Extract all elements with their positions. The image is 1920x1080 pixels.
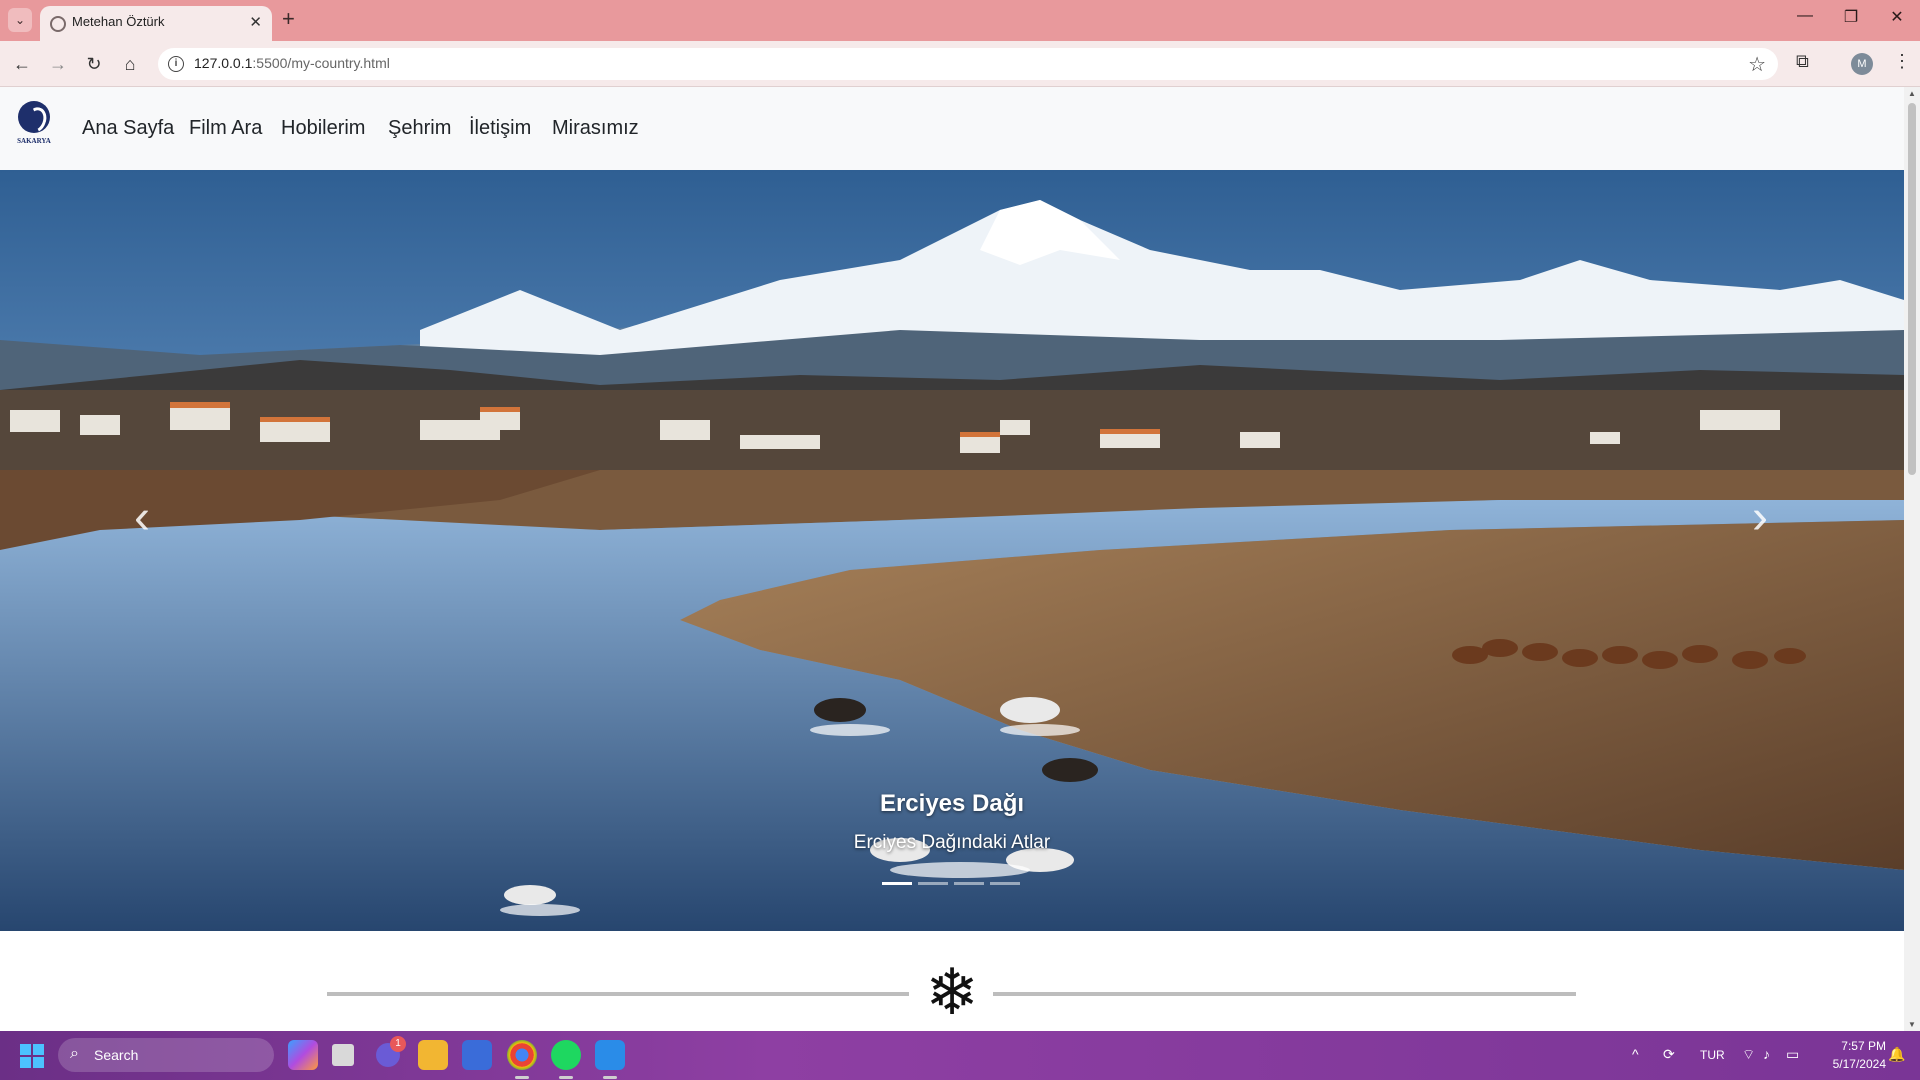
chrome-icon[interactable] (507, 1040, 537, 1070)
carousel-caption-subtitle: Erciyes Dağındaki Atlar (853, 832, 1051, 853)
notification-badge: 1 (390, 1036, 406, 1052)
snowflake-icon: ❄ (925, 956, 979, 1028)
tray-chevron-icon[interactable]: ^ (1632, 1046, 1639, 1062)
page-viewport: SAKARYA Ana Sayfa Film Ara Hobilerim Şeh… (0, 87, 1904, 1031)
url-text[interactable]: 127.0.0.1:5500/my-country.html (194, 55, 390, 71)
university-logo[interactable]: SAKARYA (14, 101, 54, 155)
notification-bell-icon[interactable]: 🔔 (1888, 1046, 1905, 1063)
carousel-prev-icon[interactable]: ‹ (122, 488, 162, 548)
nav-link-iletisim[interactable]: İletişim (469, 117, 531, 140)
nav-link-ana-sayfa[interactable]: Ana Sayfa (82, 117, 174, 140)
new-tab-button[interactable]: + (282, 7, 295, 31)
carousel-indicator-4[interactable] (990, 882, 1020, 885)
tab-search-button[interactable]: ⌄ (8, 8, 32, 32)
divider-line-right (993, 992, 1576, 996)
microsoft-store-icon[interactable] (462, 1040, 492, 1070)
wifi-icon[interactable]: ⌔ (1742, 1046, 1755, 1064)
battery-icon[interactable]: ▭ (1786, 1046, 1799, 1063)
task-view-icon[interactable] (332, 1044, 354, 1066)
taskbar-search[interactable]: ⌕ Search (58, 1038, 274, 1072)
extensions-icon[interactable]: ⧉ (1796, 51, 1809, 72)
profile-avatar[interactable]: M (1851, 53, 1873, 75)
back-icon[interactable]: ← (9, 51, 35, 77)
carousel-indicator-1[interactable] (882, 882, 912, 885)
nav-link-hobilerim[interactable]: Hobilerim (281, 117, 365, 140)
carousel-indicator-3[interactable] (954, 882, 984, 885)
carousel-indicators (882, 882, 1022, 888)
carousel-next-icon[interactable]: › (1740, 488, 1780, 548)
carousel-caption-title: Erciyes Dağı (879, 790, 1025, 817)
chrome-active-indicator (515, 1076, 529, 1079)
scroll-thumb[interactable] (1908, 103, 1916, 475)
spotify-icon[interactable] (551, 1040, 581, 1070)
home-icon[interactable]: ⌂ (117, 51, 143, 77)
scroll-down-icon[interactable]: ▼ (1908, 1020, 1916, 1029)
bookmark-star-icon[interactable]: ☆ (1748, 52, 1766, 77)
site-info-icon[interactable]: i (168, 56, 184, 72)
windows-start-icon[interactable] (20, 1044, 44, 1068)
browser-tab-strip: ⌄ Metehan Öztürk ✕ + — ❐ ✕ (0, 0, 1920, 41)
tab-favicon-icon (50, 16, 66, 32)
site-navbar: SAKARYA Ana Sayfa Film Ara Hobilerim Şeh… (0, 87, 1904, 170)
search-icon: ⌕ (70, 1045, 79, 1062)
tab-close-icon[interactable]: ✕ (249, 13, 262, 31)
close-window-button[interactable]: ✕ (1877, 7, 1917, 27)
forward-icon[interactable]: → (45, 51, 71, 77)
active-tab[interactable]: Metehan Öztürk ✕ (40, 6, 272, 41)
volume-icon[interactable]: ♪ (1763, 1046, 1770, 1062)
scroll-up-icon[interactable]: ▲ (1908, 89, 1916, 98)
carousel-indicator-2[interactable] (918, 882, 948, 885)
divider-line-left (327, 992, 909, 996)
hero-carousel: ‹ › Erciyes Dağı Erciyes Dağındaki Atlar (0, 170, 1904, 931)
address-bar[interactable]: i 127.0.0.1:5500/my-country.html ☆ (158, 48, 1778, 80)
section-divider: ❄ (0, 931, 1904, 1031)
copilot-icon[interactable] (288, 1040, 318, 1070)
sync-icon[interactable]: ⟳ (1663, 1046, 1675, 1063)
tab-title: Metehan Öztürk (72, 14, 165, 29)
nav-link-sehrim[interactable]: Şehrim (388, 117, 451, 140)
browser-toolbar: ← → ↻ ⌂ i 127.0.0.1:5500/my-country.html… (0, 41, 1920, 87)
restore-button[interactable]: ❐ (1831, 7, 1871, 27)
spotify-active-indicator (559, 1076, 573, 1079)
browser-menu-icon[interactable]: ⋮ (1893, 51, 1911, 72)
logo-emblem (18, 101, 50, 133)
nav-link-film-ara[interactable]: Film Ara (189, 117, 262, 140)
search-label: Search (94, 1047, 139, 1063)
clock-date[interactable]: 5/17/2024 (1816, 1057, 1886, 1071)
language-indicator[interactable]: TUR (1700, 1048, 1725, 1062)
logo-text: SAKARYA (17, 137, 51, 145)
file-explorer-icon[interactable] (418, 1040, 448, 1070)
reload-icon[interactable]: ↻ (81, 51, 107, 77)
vscode-active-indicator (603, 1076, 617, 1079)
clock-time[interactable]: 7:57 PM (1826, 1039, 1886, 1053)
vscode-icon[interactable] (595, 1040, 625, 1070)
windows-taskbar: ⌕ Search 1 ^ ⟳ TUR ⌔ ♪ ▭ 7:57 PM 5/17/20… (0, 1031, 1920, 1080)
page-scrollbar[interactable]: ▲ ▼ (1904, 87, 1920, 1031)
nav-link-mirasimiz[interactable]: Mirasımız (552, 117, 639, 140)
minimize-button[interactable]: — (1785, 7, 1825, 25)
